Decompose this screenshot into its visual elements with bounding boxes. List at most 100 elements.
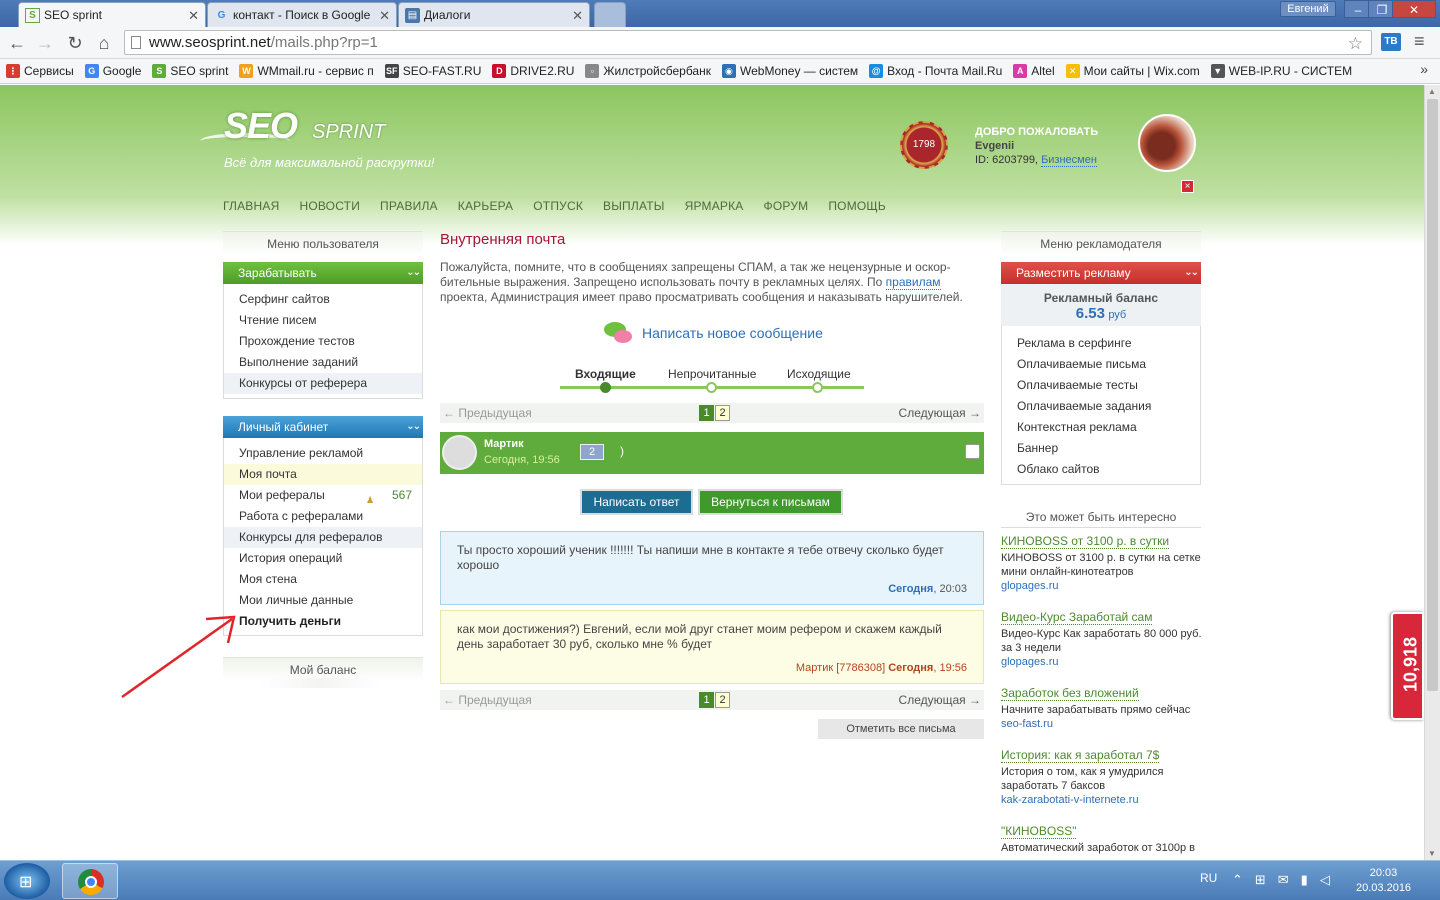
rules-link[interactable]: правилам xyxy=(885,275,941,290)
ad-url[interactable]: glopages.ru xyxy=(1001,655,1206,669)
bookmark-star-icon[interactable]: ☆ xyxy=(1348,32,1363,55)
tab-inbox[interactable]: Входящие xyxy=(575,367,636,381)
floating-counter-widget[interactable]: 10,918 xyxy=(1391,612,1424,720)
menu-item-paid-tasks[interactable]: Оплачиваемые задания xyxy=(1002,396,1200,417)
next-page-link[interactable]: Следующая → xyxy=(899,693,981,707)
nav-career[interactable]: КАРЬЕРА xyxy=(458,199,513,213)
nav-rules[interactable]: ПРАВИЛА xyxy=(380,199,438,213)
nav-vacation[interactable]: ОТПУСК xyxy=(533,199,583,213)
scrollbar-thumb[interactable] xyxy=(1427,99,1438,691)
page-1[interactable]: 1 xyxy=(699,405,714,421)
tab-close-icon[interactable]: ✕ xyxy=(379,8,390,24)
menu-item-context-ads[interactable]: Контекстная реклама xyxy=(1002,417,1200,438)
close-window-icon[interactable]: ✕ xyxy=(1392,0,1436,18)
menu-item-paid-tests[interactable]: Оплачиваемые тесты xyxy=(1002,375,1200,396)
address-bar[interactable]: www.seosprint.net/mails.php?rp=1 ☆ xyxy=(124,30,1372,55)
ad-title[interactable]: Видео-Курс Заработай сам xyxy=(1001,610,1153,625)
extension-tv-icon[interactable]: ТВ xyxy=(1381,33,1401,51)
scroll-down-icon[interactable]: ▼ xyxy=(1428,849,1436,858)
menu-item-referral-contests[interactable]: Конкурсы для рефералов xyxy=(224,527,422,548)
bookmark-item[interactable]: ▫ Жилстройсбербанк xyxy=(585,64,711,78)
tray-icons[interactable]: ⌃⊞✉▮◁ xyxy=(1232,872,1342,888)
bookmark-item[interactable]: A Altel xyxy=(1013,64,1055,78)
profile-badge[interactable]: Евгений xyxy=(1280,1,1336,17)
prev-page-link[interactable]: ← Предыдущая xyxy=(443,406,532,420)
tab-dialogs[interactable]: ▤ Диалоги ✕ xyxy=(398,2,590,27)
menu-item-my-wall[interactable]: Моя стена xyxy=(224,569,422,590)
nav-news[interactable]: НОВОСТИ xyxy=(299,199,360,213)
tab-outgoing-dot[interactable] xyxy=(812,382,823,393)
write-new-message-button[interactable]: Написать новое сообщение xyxy=(604,320,823,346)
menu-item-banner[interactable]: Баннер xyxy=(1002,438,1200,459)
clock[interactable]: 20:03 20.03.2016 xyxy=(1356,866,1411,896)
nav-forum[interactable]: ФОРУМ xyxy=(764,199,809,213)
home-icon[interactable]: ⌂ xyxy=(93,32,115,54)
ad-title[interactable]: История: как я заработал 7$ xyxy=(1001,748,1160,763)
ad-item[interactable]: История: как я заработал 7$ История о то… xyxy=(1001,748,1206,807)
ad-title[interactable]: Заработок без вложений xyxy=(1001,686,1139,701)
tab-unread-dot[interactable] xyxy=(706,382,717,393)
menu-item-referral-work[interactable]: Работа с рефералами xyxy=(224,506,422,527)
nav-fair[interactable]: ЯРМАРКА xyxy=(685,199,744,213)
menu-item-site-cloud[interactable]: Облако сайтов xyxy=(1002,459,1200,480)
tab-google-search[interactable]: G контакт - Поиск в Google ✕ xyxy=(207,2,397,27)
page-2[interactable]: 2 xyxy=(715,405,730,421)
menu-item-surf-ads[interactable]: Реклама в серфинге xyxy=(1002,333,1200,354)
bookmarks-overflow-icon[interactable]: » xyxy=(1420,61,1428,77)
bookmark-item[interactable]: S SEO sprint xyxy=(152,64,228,78)
tab-inbox-dot[interactable] xyxy=(600,382,611,393)
menu-item-tasks[interactable]: Выполнение заданий xyxy=(224,352,422,373)
next-page-link[interactable]: Следующая → xyxy=(899,406,981,420)
menu-item-my-mail[interactable]: Моя почта xyxy=(224,464,422,485)
close-icon[interactable]: × xyxy=(1181,180,1194,193)
ad-item[interactable]: КИНОBOSS от 3100 р. в сутки КИНОBOSS от … xyxy=(1001,534,1206,593)
forward-icon[interactable]: → xyxy=(34,32,56,54)
rating-medal[interactable]: 1798 xyxy=(900,121,948,169)
new-tab-button[interactable] xyxy=(594,2,626,27)
page-2[interactable]: 2 xyxy=(715,692,730,708)
tab-unread[interactable]: Непрочитанные xyxy=(668,367,756,381)
menu-item-referrer-contests[interactable]: Конкурсы от реферера xyxy=(224,373,422,394)
bookmark-item[interactable]: @ Вход - Почта Mail.Ru xyxy=(869,64,1002,78)
ad-url[interactable]: seo-fast.ru xyxy=(1001,717,1206,731)
tab-outgoing[interactable]: Исходящие xyxy=(787,367,851,381)
scroll-up-icon[interactable]: ▲ xyxy=(1428,87,1436,96)
menu-item-history[interactable]: История операций xyxy=(224,548,422,569)
page-1[interactable]: 1 xyxy=(699,692,714,708)
tab-close-icon[interactable]: ✕ xyxy=(188,8,199,24)
bookmark-item[interactable]: ✕ Мои сайты | Wix.com xyxy=(1065,64,1200,78)
ad-title[interactable]: КИНОBOSS от 3100 р. в сутки xyxy=(1001,534,1170,549)
cabinet-section-header[interactable]: Личный кабинет ⌄⌄ xyxy=(223,416,423,438)
collapse-icon[interactable]: ⌄⌄ xyxy=(406,262,421,284)
bookmark-item[interactable]: G Google xyxy=(84,64,141,78)
tab-close-icon[interactable]: ✕ xyxy=(572,8,583,24)
place-ad-header[interactable]: Разместить рекламу ⌄⌄ xyxy=(1001,262,1201,284)
collapse-icon[interactable]: ⌄⌄ xyxy=(1184,262,1199,284)
language-indicator[interactable]: RU xyxy=(1200,871,1217,885)
ad-url[interactable]: kak-zarabotati-v-internete.ru xyxy=(1001,793,1206,807)
bookmark-item[interactable]: D DRIVE2.RU xyxy=(492,64,574,78)
menu-item-ad-management[interactable]: Управление рекламой xyxy=(224,443,422,464)
nav-home[interactable]: ГЛАВНАЯ xyxy=(223,199,279,213)
reload-icon[interactable]: ↻ xyxy=(64,32,86,54)
menu-item-reading-mails[interactable]: Чтение писем xyxy=(224,310,422,331)
tab-seo-sprint[interactable]: S SEO sprint ✕ xyxy=(18,2,206,27)
ad-url[interactable]: glopages.ru xyxy=(1001,579,1206,593)
site-logo[interactable]: SEO SPRINT Всё для максимальной раскрутк… xyxy=(200,105,440,175)
user-avatar[interactable] xyxy=(1138,114,1196,172)
menu-item-paid-mails[interactable]: Оплачиваемые письма xyxy=(1002,354,1200,375)
menu-item-personal-data[interactable]: Мои личные данные xyxy=(224,590,422,611)
menu-item-get-money[interactable]: Получить деньги xyxy=(224,611,422,632)
taskbar-chrome-button[interactable] xyxy=(62,863,118,899)
ad-item[interactable]: "КИНОBOSS" Автоматический заработок от 3… xyxy=(1001,824,1206,855)
menu-item-tests[interactable]: Прохождение тестов xyxy=(224,331,422,352)
menu-item-surfing[interactable]: Серфинг сайтов xyxy=(224,289,422,310)
bookmark-item[interactable]: ▼ WEB-IP.RU - СИСТЕМ xyxy=(1210,64,1352,78)
ad-item[interactable]: Заработок без вложений Начните зарабатыв… xyxy=(1001,686,1206,731)
start-button[interactable]: ⊞ xyxy=(4,863,50,899)
nav-payouts[interactable]: ВЫПЛАТЫ xyxy=(603,199,665,213)
reply-button[interactable]: Написать ответ xyxy=(580,489,693,515)
back-icon[interactable]: ← xyxy=(6,32,28,54)
back-to-mail-button[interactable]: Вернуться к письмам xyxy=(698,489,843,515)
nav-help[interactable]: ПОМОЩЬ xyxy=(828,199,886,213)
